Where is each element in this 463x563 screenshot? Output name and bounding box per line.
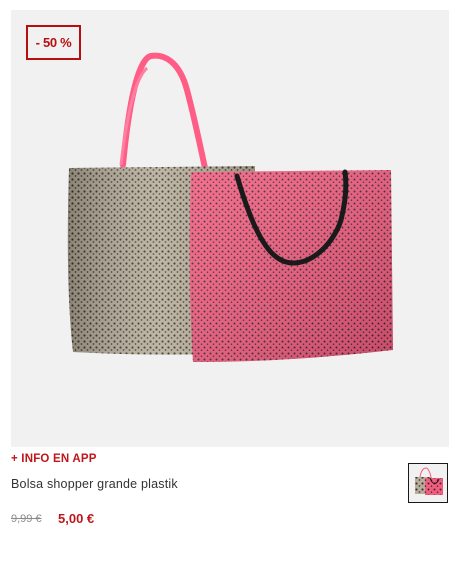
tote-bags-illustration bbox=[67, 52, 393, 362]
info-en-app-link[interactable]: + INFO EN APP bbox=[11, 453, 97, 465]
tote-bags-thumbnail-icon bbox=[409, 464, 447, 502]
product-card: - 50 % + INFO EN APP Bolsa shopper grand… bbox=[0, 0, 463, 563]
original-price: 9,99 € bbox=[11, 513, 42, 525]
discount-badge: - 50 % bbox=[26, 25, 81, 60]
product-image[interactable] bbox=[11, 10, 449, 447]
product-thumbnail[interactable] bbox=[408, 463, 448, 503]
sale-price: 5,00 € bbox=[58, 511, 95, 526]
product-name[interactable]: Bolsa shopper grande plastik bbox=[11, 477, 178, 491]
